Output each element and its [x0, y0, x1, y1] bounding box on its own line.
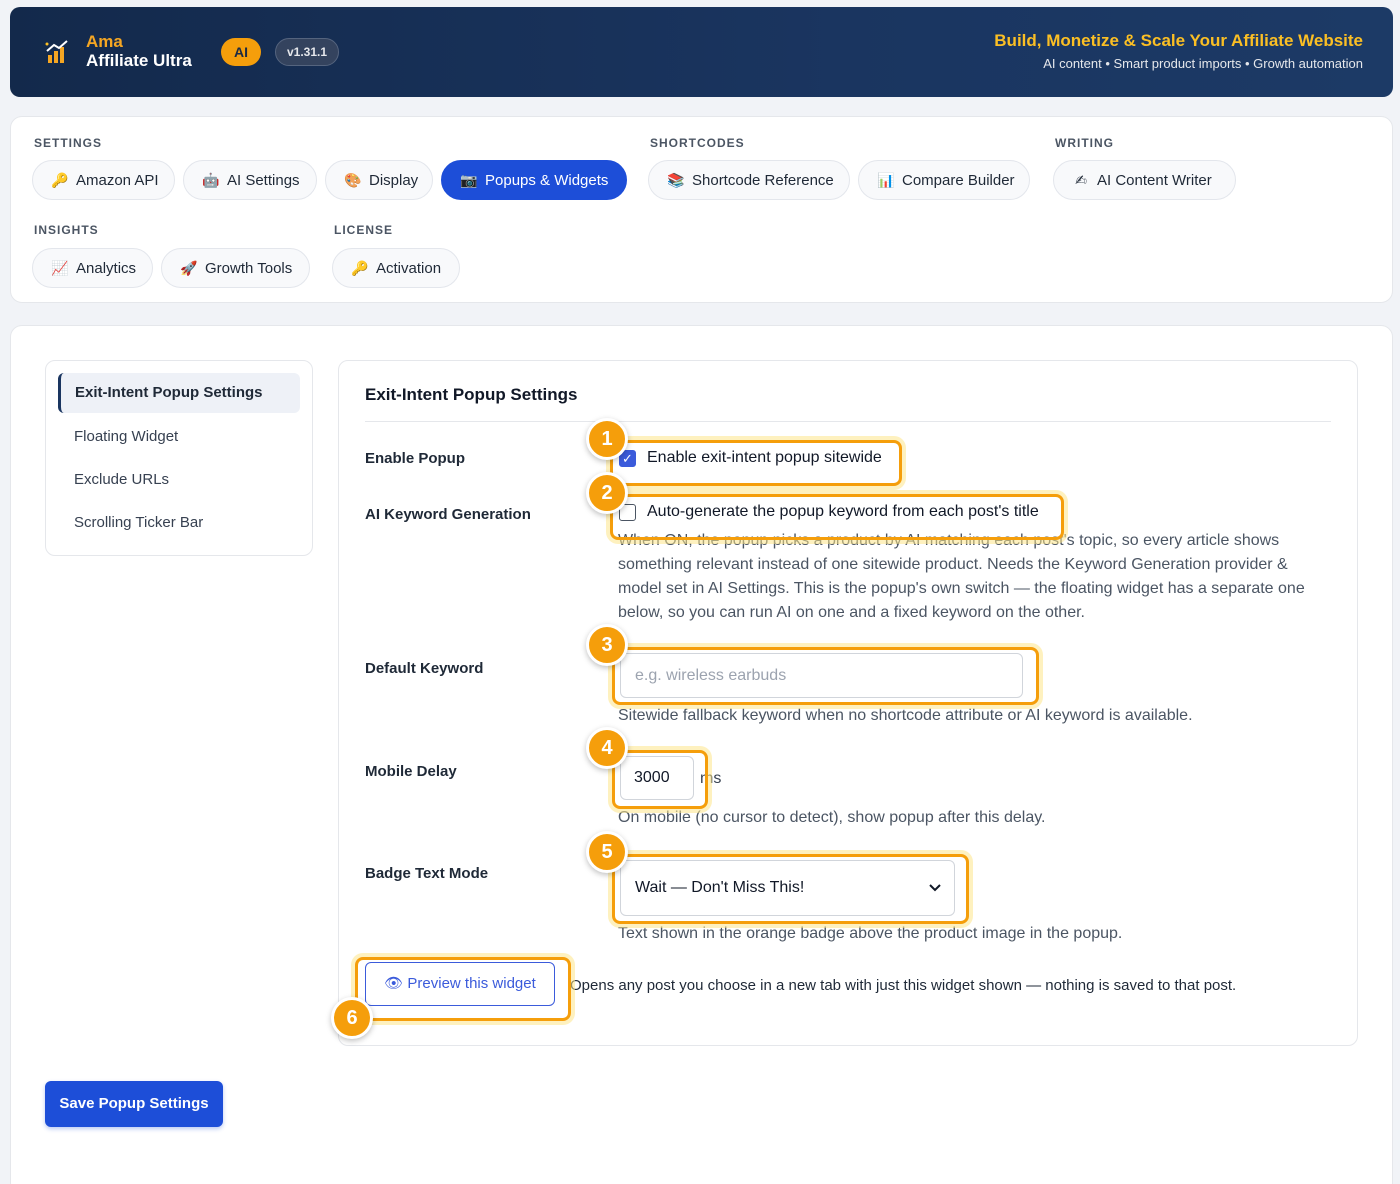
mobile-delay-label: Mobile Delay	[365, 763, 457, 780]
highlight-box-1	[610, 440, 902, 486]
annotation-marker-3: 3	[586, 624, 628, 666]
brand-name: Affiliate Ultra	[86, 51, 192, 70]
sidebar-item-ticker-bar[interactable]: Scrolling Ticker Bar	[58, 503, 300, 543]
mobile-delay-description: On mobile (no cursor to detect), show po…	[618, 809, 1046, 826]
sidebar-item-exclude-urls[interactable]: Exclude URLs	[58, 460, 300, 500]
writing-hand-icon: ✍	[1075, 171, 1087, 188]
version-badge: v1.31.1	[275, 38, 339, 66]
camera-icon: 📷	[460, 171, 478, 188]
rocket-icon: 🚀	[180, 259, 198, 276]
key-icon: 🔑	[351, 259, 369, 276]
ai-badge: AI	[221, 38, 261, 66]
tab-amazon-api[interactable]: 🔑 Amazon API	[32, 160, 175, 200]
badge-text-mode-label: Badge Text Mode	[365, 865, 489, 882]
highlight-box-5	[612, 854, 969, 924]
nav-group-shortcodes-label: SHORTCODES	[650, 136, 745, 150]
ai-keyword-label: AI Keyword Generation	[365, 506, 531, 523]
header-tagline: Build, Monetize & Scale Your Affiliate W…	[994, 31, 1363, 50]
nav-group-license-label: LICENSE	[334, 223, 394, 237]
default-keyword-description: Sitewide fallback keyword when no shortc…	[618, 707, 1193, 724]
robot-icon: 🤖	[202, 171, 220, 188]
tab-popups-widgets[interactable]: 📷 Popups & Widgets	[441, 160, 627, 200]
brand-name-top: Ama	[86, 32, 123, 51]
preview-note: Opens any post you choose in a new tab w…	[570, 977, 1237, 994]
sidebar-item-floating-widget[interactable]: Floating Widget	[58, 417, 300, 457]
tab-ai-settings[interactable]: 🤖 AI Settings	[183, 160, 317, 200]
badge-text-mode-description: Text shown in the orange badge above the…	[618, 925, 1123, 942]
annotation-marker-1: 1	[586, 418, 628, 460]
annotation-marker-6: 6	[331, 997, 373, 1039]
highlight-box-4	[612, 750, 708, 809]
tab-ai-content-writer[interactable]: ✍ AI Content Writer	[1053, 160, 1236, 200]
app-header: Ama Affiliate Ultra AI v1.31.1 Build, Mo…	[10, 7, 1393, 97]
annotation-marker-2: 2	[586, 472, 628, 514]
tab-display[interactable]: 🎨 Display	[325, 160, 433, 200]
nav-group-settings-label: SETTINGS	[34, 136, 103, 150]
highlight-box-3	[612, 647, 1039, 705]
highlight-box-2	[610, 494, 1064, 540]
divider	[365, 421, 1331, 422]
save-popup-settings-button[interactable]: Save Popup Settings	[45, 1081, 223, 1127]
books-icon: 📚	[667, 171, 685, 188]
annotation-marker-4: 4	[586, 727, 628, 769]
tab-compare-builder[interactable]: 📊 Compare Builder	[858, 160, 1030, 200]
key-icon: 🔑	[51, 171, 69, 188]
panel-title: Exit-Intent Popup Settings	[365, 385, 578, 404]
highlight-box-6	[355, 957, 571, 1021]
enable-popup-label: Enable Popup	[365, 450, 466, 467]
tab-shortcode-reference[interactable]: 📚 Shortcode Reference	[648, 160, 850, 200]
tab-growth-tools[interactable]: 🚀 Growth Tools	[161, 248, 310, 288]
trend-chart-icon: 📈	[51, 259, 69, 276]
nav-group-insights-label: INSIGHTS	[34, 223, 99, 237]
header-subtagline: AI content • Smart product imports • Gro…	[1043, 56, 1363, 71]
nav-group-writing-label: WRITING	[1055, 136, 1114, 150]
ai-keyword-description: When ON, the popup picks a product by AI…	[618, 532, 1305, 621]
sidebar-item-exit-intent[interactable]: Exit-Intent Popup Settings	[58, 373, 300, 413]
default-keyword-label: Default Keyword	[365, 660, 484, 677]
growth-chart-icon	[45, 40, 68, 63]
tab-activation[interactable]: 🔑 Activation	[332, 248, 460, 288]
palette-icon: 🎨	[344, 171, 362, 188]
tab-analytics[interactable]: 📈 Analytics	[32, 248, 153, 288]
annotation-marker-5: 5	[586, 831, 628, 873]
bar-chart-icon: 📊	[877, 171, 895, 188]
